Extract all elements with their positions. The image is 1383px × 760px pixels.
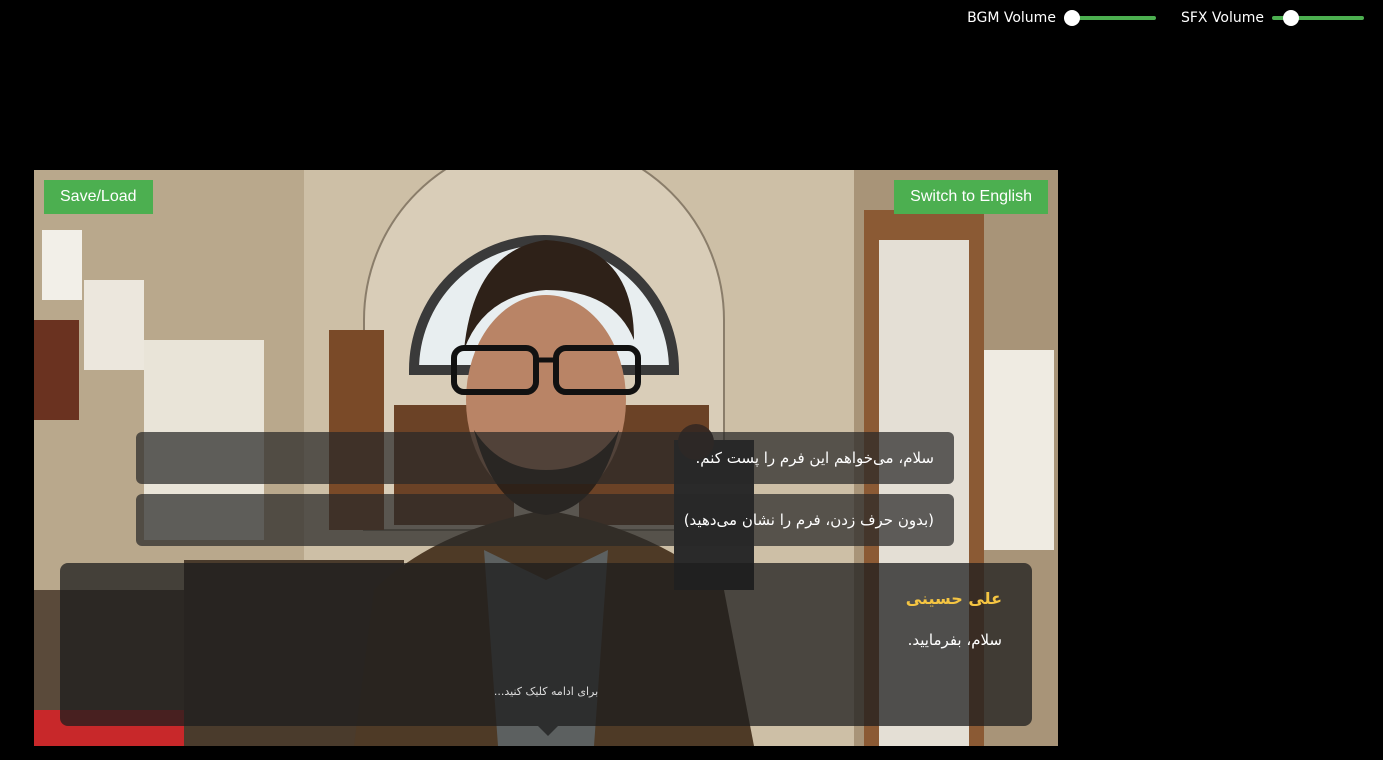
bgm-slider-thumb[interactable] <box>1063 10 1080 26</box>
choice-option-1-text: سلام، می‌خواهم این فرم را پست کنم. <box>695 449 934 467</box>
speaker-name: علی حسینی <box>905 589 1002 608</box>
sfx-volume-slider[interactable] <box>1272 8 1364 28</box>
bgm-volume-slider[interactable] <box>1063 8 1156 28</box>
choice-option-1[interactable]: سلام، می‌خواهم این فرم را پست کنم. <box>136 432 954 484</box>
sfx-slider-thumb[interactable] <box>1283 10 1300 26</box>
sfx-volume-group: SFX Volume <box>1181 8 1364 28</box>
game-screen[interactable]: Save/Load Switch to English سلام، می‌خوا… <box>34 170 1058 746</box>
choice-option-2[interactable]: (بدون حرف زدن، فرم را نشان می‌دهید) <box>136 494 954 546</box>
continue-hint: برای ادامه کلیک کنید... <box>493 685 599 698</box>
bgm-volume-group: BGM Volume <box>967 8 1156 28</box>
choice-option-2-text: (بدون حرف زدن، فرم را نشان می‌دهید) <box>683 511 934 529</box>
save-load-button[interactable]: Save/Load <box>44 180 153 214</box>
bgm-volume-label: BGM Volume <box>967 10 1056 26</box>
volume-controls: BGM Volume SFX Volume <box>967 8 1364 28</box>
sfx-volume-label: SFX Volume <box>1180 10 1264 26</box>
switch-language-button[interactable]: Switch to English <box>894 180 1048 214</box>
dialog-box[interactable]: علی حسینی سلام، بفرمایید. برای ادامه کلی… <box>60 563 1032 736</box>
dialog-caret-icon <box>538 726 558 736</box>
dialog-line: سلام، بفرمایید. <box>907 631 1002 649</box>
